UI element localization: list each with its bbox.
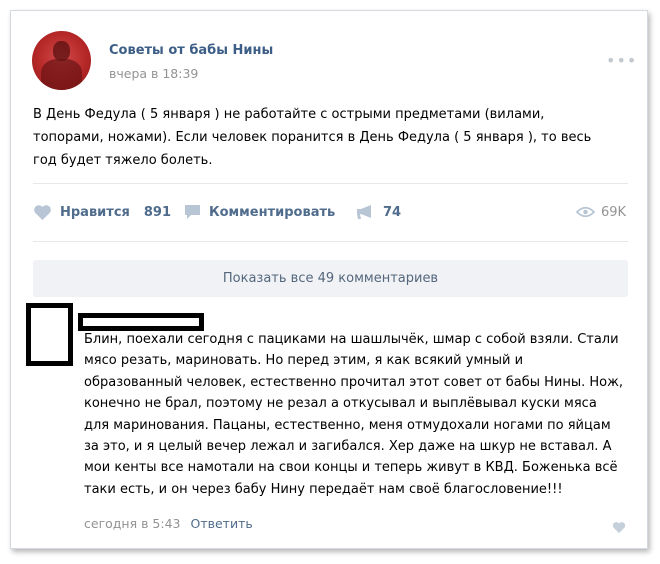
community-avatar[interactable]	[32, 31, 91, 90]
divider	[33, 183, 628, 184]
views-counter: 69K	[576, 201, 626, 223]
like-label: Нравится	[60, 204, 130, 220]
comment-button[interactable]: Комментировать	[184, 201, 335, 223]
comment-icon	[185, 205, 200, 219]
community-name-link[interactable]: Советы от бабы Нины	[109, 43, 273, 58]
post-card: Советы от бабы Нины вчера в 18:39 ••• В …	[10, 10, 648, 549]
comment-label: Комментировать	[209, 204, 336, 220]
comment-footer: сегодня в 5:43 Ответить	[84, 516, 253, 531]
heart-icon	[34, 204, 51, 220]
like-count: 891	[143, 204, 172, 220]
commenter-avatar-redacted[interactable]	[26, 303, 73, 366]
show-all-comments-button[interactable]: Показать все 49 комментариев	[33, 260, 628, 297]
comment-timestamp[interactable]: сегодня в 5:43	[84, 516, 181, 531]
share-count: 74	[383, 204, 402, 220]
comment-text: Блин, поехали сегодня с пациками на шашл…	[84, 332, 623, 497]
post-timestamp[interactable]: вчера в 18:39	[109, 66, 198, 81]
heart-icon	[612, 522, 626, 534]
avatar-figure-head	[53, 41, 70, 61]
more-options-icon[interactable]: •••	[606, 51, 637, 70]
eye-icon	[576, 206, 595, 218]
divider	[33, 241, 628, 242]
views-count: 69K	[601, 204, 627, 220]
post-text: В День Федула ( 5 января ) не работайте …	[33, 107, 592, 168]
share-button[interactable]: 74	[356, 201, 401, 223]
like-button[interactable]: Нравится 891	[33, 201, 171, 223]
avatar-figure-body	[41, 59, 82, 90]
reply-link[interactable]: Ответить	[190, 516, 252, 531]
megaphone-icon	[357, 205, 371, 219]
comment-like-button[interactable]	[612, 519, 626, 538]
